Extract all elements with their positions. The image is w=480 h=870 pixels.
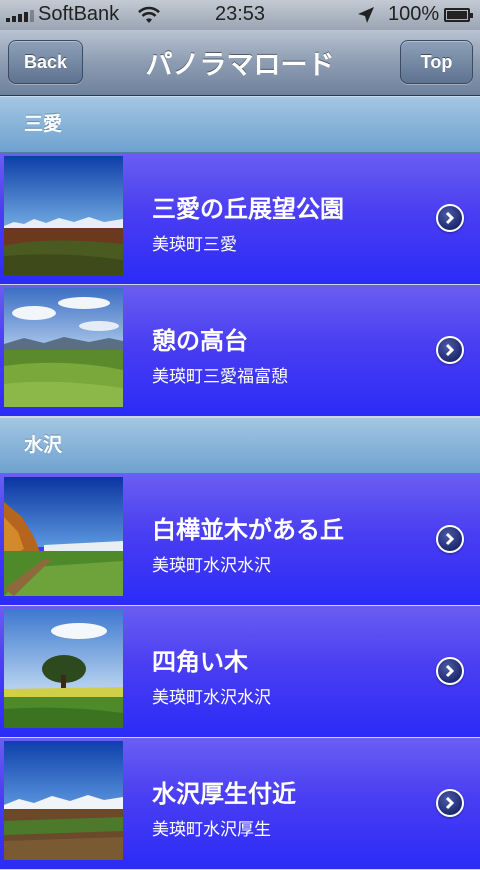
chevron-right-icon[interactable] (436, 789, 464, 817)
list-item[interactable]: 三愛の丘展望公園 美瑛町三愛 (0, 153, 480, 285)
spot-photo (4, 741, 123, 860)
spot-name: 三愛の丘展望公園 (152, 195, 344, 223)
spot-address: 美瑛町三愛福富憩 (152, 367, 288, 387)
status-bar: SoftBank 23:53 100% (0, 0, 480, 30)
location-arrow-icon (358, 7, 374, 23)
chevron-right-icon[interactable] (436, 204, 464, 232)
spot-address: 美瑛町水沢水沢 (152, 556, 271, 576)
list-item[interactable]: 憩の高台 美瑛町三愛福富憩 (0, 285, 480, 417)
chevron-right-icon[interactable] (436, 336, 464, 364)
battery-percent: 100% (388, 3, 440, 25)
spot-address: 美瑛町三愛 (152, 235, 237, 255)
top-button[interactable]: Top (400, 40, 473, 84)
spot-name: 憩の高台 (152, 327, 248, 355)
spot-name: 四角い木 (152, 648, 248, 676)
spot-list: 三愛 三愛の丘展望公園 美瑛町三愛 憩の高台 美瑛町三愛福富憩 水沢 白樺並木が… (0, 96, 480, 870)
spot-photo (4, 609, 123, 728)
spot-address: 美瑛町水沢水沢 (152, 688, 271, 708)
page-title: パノラマロード (145, 50, 335, 81)
spot-name: 白樺並木がある丘 (152, 516, 344, 544)
spot-address: 美瑛町水沢厚生 (152, 820, 271, 840)
list-item[interactable]: 水沢厚生付近 美瑛町水沢厚生 (0, 738, 480, 870)
chevron-right-icon[interactable] (436, 525, 464, 553)
spot-name: 水沢厚生付近 (152, 780, 296, 808)
section-header: 水沢 (0, 417, 480, 474)
spot-photo (4, 156, 123, 275)
navigation-bar: Back パノラマロード Top (0, 30, 480, 96)
section-header: 三愛 (0, 96, 480, 153)
chevron-right-icon[interactable] (436, 657, 464, 685)
spot-photo (4, 477, 123, 596)
list-item[interactable]: 白樺並木がある丘 美瑛町水沢水沢 (0, 474, 480, 606)
battery-icon (444, 8, 473, 22)
back-button[interactable]: Back (8, 40, 83, 84)
spot-photo (4, 288, 123, 407)
list-item[interactable]: 四角い木 美瑛町水沢水沢 (0, 606, 480, 738)
